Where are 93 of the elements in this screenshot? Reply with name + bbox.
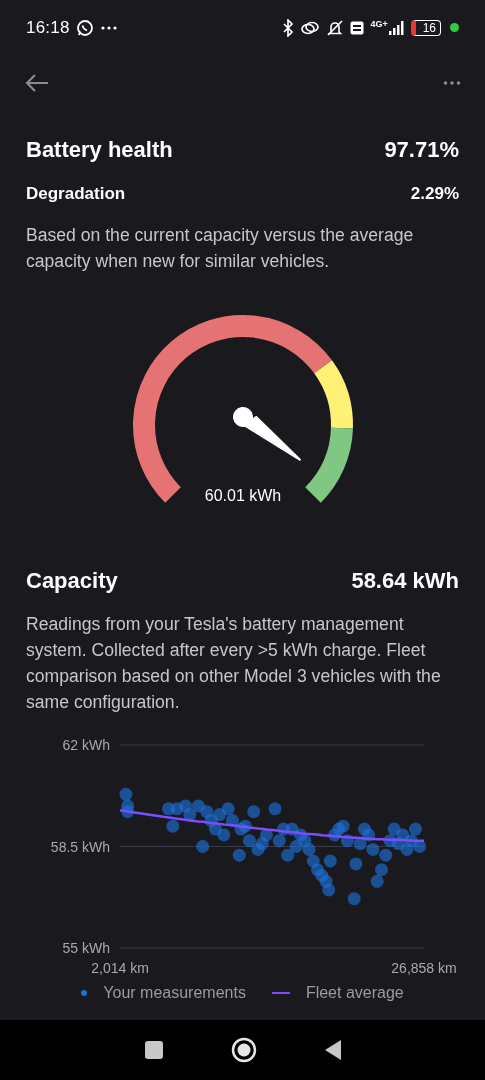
measurement-point [259,827,273,841]
measurement-point [336,819,350,833]
measurement-point [315,868,329,882]
back-icon[interactable] [323,1039,342,1061]
measurement-point [247,804,261,818]
measurement-point [370,874,384,888]
measurement-point [366,842,380,856]
y-axis-label: 55 kWh [62,939,110,956]
home-icon[interactable] [230,1037,257,1063]
measurement-point [232,848,246,862]
measurement-point [396,827,410,841]
battery-indicator: 16 [410,19,441,36]
section-title: Battery health [26,136,173,164]
measurement-point [204,813,218,827]
bluetooth-icon [282,18,295,37]
measurement-point [217,827,231,841]
measurement-point [221,801,235,815]
degradation-value: 2.29% [410,183,459,205]
measurement-point [294,827,308,841]
measurement-point [234,822,248,836]
more-menu-icon[interactable] [443,80,461,86]
degradation-label: Degradation [26,183,126,205]
measurement-point [183,807,197,821]
measurement-point [349,856,363,870]
measurement-point [268,801,282,815]
link-icon [300,19,321,36]
legend-label: Fleet average [305,982,404,1003]
measurement-point [357,822,371,836]
measurement-point [383,833,397,847]
measurement-point [362,827,376,841]
x-axis-label: 2,014 km [91,959,149,975]
measurement-point [379,848,393,862]
measurement-point [328,827,342,841]
measurement-point [374,862,388,876]
measurement-point [238,819,252,833]
status-time: 16:18 [26,16,70,39]
description-text: Readings from your Tesla's battery management system. Collected after every >5 kWh charge. Fleet comparison based on other Model 3 vehicles with the same configuration. [26,612,442,714]
health-value: 97.71% [384,136,459,164]
measurement-point [242,833,256,847]
capacity-value: 58.64 kWh [351,566,459,595]
measurement-point [408,822,422,836]
measurement-point [404,833,418,847]
measurement-point [119,787,133,801]
measurement-point [319,874,333,888]
signal-icon [388,20,405,35]
measurement-point [332,822,346,836]
measurement-point [170,801,184,815]
measurement-point [121,804,135,818]
gauge-reading: 60.01 kWh [204,486,281,504]
measurement-point [255,836,269,850]
measurement-point [225,813,239,827]
measurement-point [179,798,193,812]
section-title: Capacity [26,566,118,595]
measurement-point [162,801,176,815]
privacy-dot-icon [450,23,459,32]
gauge-needle [232,406,301,461]
measurement-point [196,839,210,853]
measurement-point [302,842,316,856]
back-arrow-icon[interactable] [24,72,50,94]
mute-bell-icon [326,18,345,37]
chat-app-icon [75,18,94,37]
measurement-point [311,862,325,876]
measurement-point [272,833,286,847]
measurement-point [306,854,320,867]
measurement-point [353,836,367,850]
measurement-point [298,833,312,847]
measurement-point [391,836,405,850]
measurement-point [289,839,303,853]
legend-label: Your measurements [103,982,246,1003]
measurement-point [322,883,336,896]
measurement-point [400,842,414,856]
y-axis-label: 62 kWh [62,736,110,753]
measurement-point [213,807,227,821]
measurement-point [200,804,214,818]
measurement-point [281,848,295,862]
measurement-point [323,854,337,867]
recent-apps-icon[interactable] [143,1040,164,1060]
more-notifications-icon [100,24,117,31]
measurement-point [251,842,265,856]
volte-icon [350,20,365,35]
measurement-point [208,822,222,836]
measurement-point [166,819,180,833]
measurement-point [121,798,135,812]
x-axis-label: 26,858 km [391,959,457,975]
y-axis-label: 58.5 kWh [50,838,110,854]
description-text: Based on the current capacity versus the average capacity when new for similar vehicles. [26,223,415,273]
network-type: 4G+ [370,20,388,29]
measurement-point [285,822,299,836]
measurement-point [191,798,205,812]
measurement-point [347,891,361,905]
measurement-point [387,822,401,836]
measurement-point [340,833,354,847]
measurement-point [413,839,427,853]
